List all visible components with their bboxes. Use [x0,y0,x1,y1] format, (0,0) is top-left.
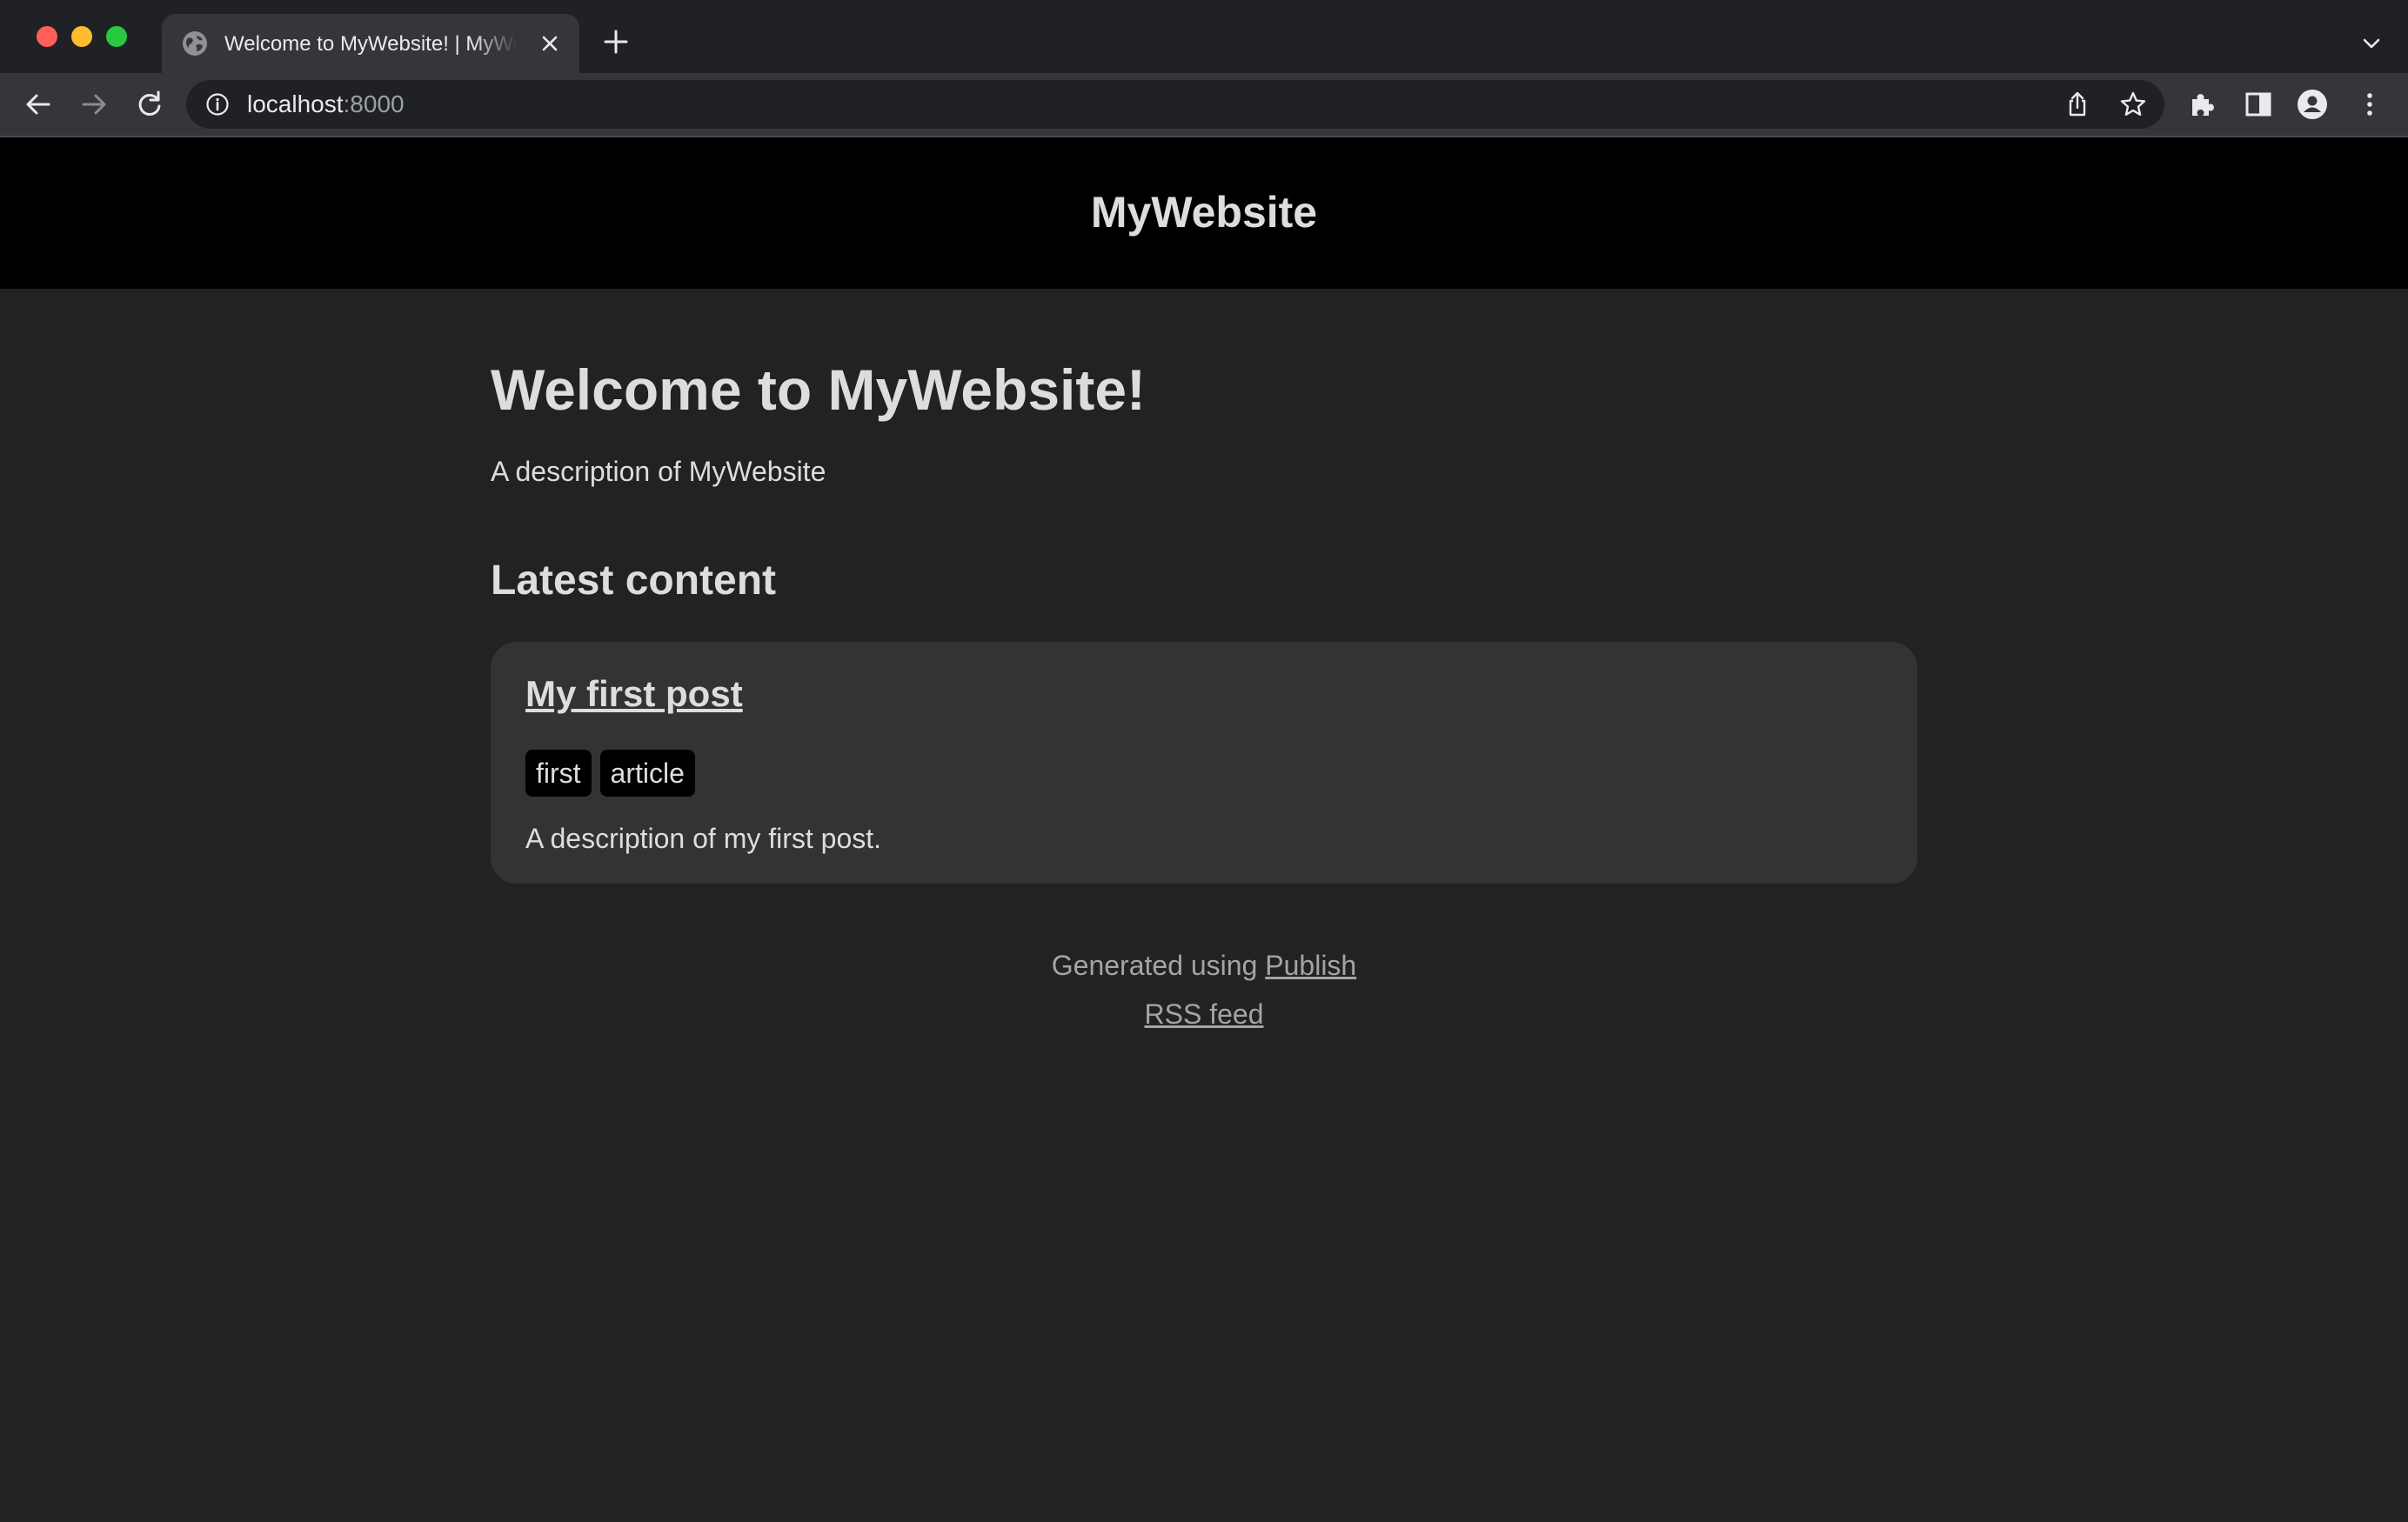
post-title-link[interactable]: My first post [525,671,743,717]
globe-icon [183,31,207,56]
url-host: localhost [247,90,344,117]
footer-rss-line: RSS feed [0,997,2408,1031]
post-tags: first article [525,750,695,797]
side-panel-icon[interactable] [2243,89,2274,120]
site-header: MyWebsite [0,137,2408,289]
browser-tab-active[interactable]: Welcome to MyWebsite! | MyWebsite [162,14,579,73]
back-arrow-icon[interactable] [23,89,54,120]
extensions-icon[interactable] [2187,89,2218,120]
welcome-heading: Welcome to MyWebsite! [491,357,1147,422]
footer-generated-line: Generated using Publish [0,948,2408,983]
rss-feed-link[interactable]: RSS feed [1145,998,1264,1030]
info-icon[interactable] [205,92,230,117]
tag-article[interactable]: article [599,750,695,797]
browser-tab-strip: Welcome to MyWebsite! | MyWebsite [0,0,2408,73]
site-title[interactable]: MyWebsite [0,186,2408,238]
plus-icon[interactable] [602,28,630,56]
url-port: :8000 [343,90,405,117]
site-description: A description of MyWebsite [491,456,826,487]
star-icon[interactable] [2119,90,2147,118]
minimize-window-button[interactable] [71,26,92,47]
close-icon[interactable] [538,31,562,56]
address-bar[interactable]: localhost:8000 [186,80,2164,129]
menu-icon[interactable] [2354,89,2385,120]
tag-first[interactable]: first [525,750,592,797]
tab-title: Welcome to MyWebsite! | MyWebsite [224,32,517,56]
footer-generated-text: Generated using [1051,950,1266,981]
share-icon[interactable] [2064,90,2091,118]
browser-toolbar: localhost:8000 [0,73,2408,136]
post-card: My first post first article A descriptio… [491,642,1917,884]
post-description: A description of my first post. [525,823,882,854]
close-window-button[interactable] [37,26,57,47]
profile-icon[interactable] [2297,89,2328,120]
publish-link[interactable]: Publish [1265,950,1356,981]
maximize-window-button[interactable] [106,26,127,47]
chevron-down-icon[interactable] [2359,31,2384,56]
url-text: localhost:8000 [247,89,405,120]
latest-content-heading: Latest content [491,557,777,604]
forward-arrow-icon[interactable] [78,89,110,120]
reload-icon[interactable] [134,89,165,120]
